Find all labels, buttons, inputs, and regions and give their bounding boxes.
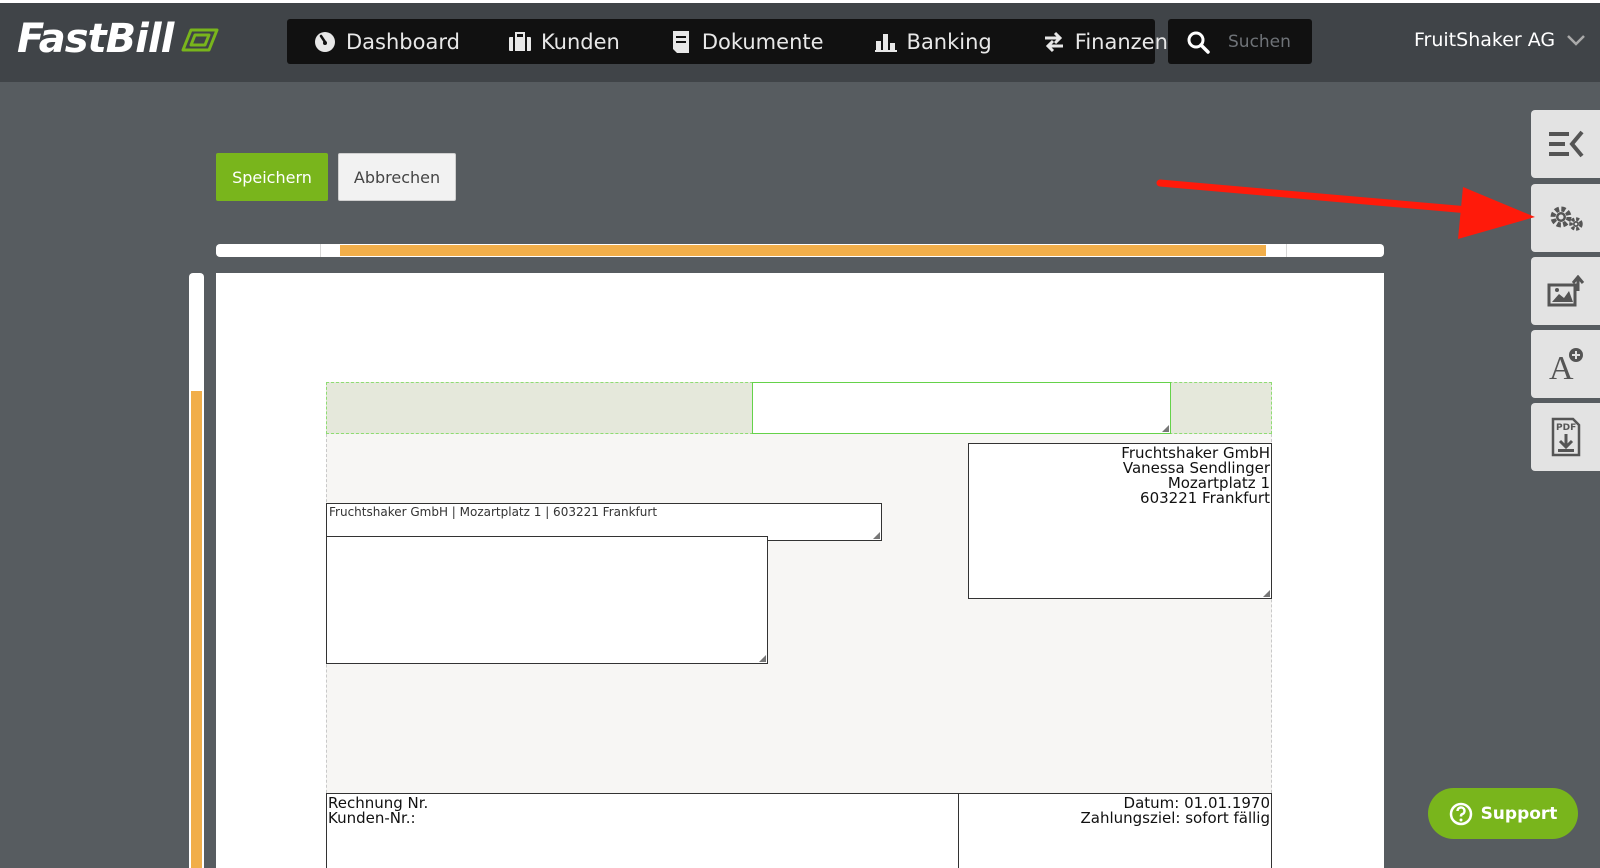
nav-label: Banking (906, 29, 992, 54)
speedometer-icon (313, 30, 337, 54)
svg-text:PDF: PDF (1556, 423, 1576, 433)
vertical-ruler-margin (191, 391, 202, 868)
horizontal-ruler[interactable] (216, 244, 1384, 257)
help-circle-icon (1449, 802, 1473, 826)
invoice-number-box[interactable]: Rechnung Nr. Kunden-Nr.: (326, 793, 959, 868)
horizontal-ruler-margin (340, 245, 1266, 256)
ruler-tick (1286, 244, 1287, 257)
search-input[interactable] (1226, 30, 1310, 53)
collapse-panel-button[interactable] (1531, 110, 1600, 178)
gears-icon (1550, 206, 1583, 231)
resize-handle[interactable] (873, 532, 880, 539)
header-logo-box[interactable] (752, 382, 1171, 434)
payment-terms: Zahlungsziel: sofort fällig (1080, 809, 1270, 827)
cancel-button[interactable]: Abbrechen (338, 153, 456, 201)
search-box (1168, 19, 1312, 64)
vertical-ruler[interactable] (189, 273, 204, 868)
resize-handle[interactable] (1263, 590, 1270, 597)
collapse-menu-icon (1548, 130, 1584, 158)
sender-line-text: Fruchtshaker GmbH | Mozartplatz 1 | 6032… (329, 505, 658, 519)
add-text-button[interactable]: A (1531, 330, 1600, 398)
chevron-down-icon (1567, 35, 1586, 46)
nav-label: Finanzen (1074, 29, 1168, 54)
briefcase-icon (508, 30, 532, 54)
add-font-icon: A (1549, 348, 1583, 383)
app-window: FastBill Dashboard Kunden Dokumente Bank… (0, 3, 1600, 868)
nav-label: Dokumente (701, 29, 824, 54)
nav-label: Kunden (540, 29, 620, 54)
transfer-arrows-icon (1042, 30, 1066, 54)
support-button[interactable]: Support (1428, 788, 1578, 839)
nav-item-dokumente[interactable]: Dokumente (669, 19, 824, 64)
main-navigation: Dashboard Kunden Dokumente Banking Finan… (287, 19, 1168, 64)
invoice-date-box[interactable]: Datum: 01.01.1970 Zahlungsziel: sofort f… (958, 793, 1272, 868)
image-upload-icon (1547, 275, 1584, 307)
invoice-number-label: Rechnung Nr. (328, 794, 429, 812)
nav-item-finanzen[interactable]: Finanzen (1042, 19, 1168, 64)
save-button[interactable]: Speichern (216, 153, 328, 201)
account-name: FruitShaker AG (1414, 29, 1556, 51)
resize-handle[interactable] (1162, 425, 1169, 432)
logo-text: FastBill (17, 16, 174, 62)
image-upload-button[interactable] (1531, 257, 1600, 325)
search-icon[interactable] (1186, 30, 1210, 54)
account-menu[interactable]: FruitShaker AG (1414, 29, 1586, 51)
resize-handle[interactable] (759, 655, 766, 662)
support-label: Support (1480, 803, 1558, 824)
nav-item-dashboard[interactable]: Dashboard (313, 19, 460, 64)
bar-chart-icon (874, 30, 898, 54)
pdf-download-icon: PDF (1551, 417, 1580, 457)
pdf-download-button[interactable]: PDF (1531, 403, 1600, 471)
annotation-arrow (1156, 179, 1535, 239)
company-address-box[interactable]: Fruchtshaker GmbH Vanessa Sendlinger Moz… (968, 443, 1272, 599)
nav-item-kunden[interactable]: Kunden (508, 19, 620, 64)
document-icon (669, 30, 693, 54)
settings-button[interactable] (1531, 184, 1600, 252)
customer-number-label: Kunden-Nr.: (328, 809, 416, 827)
fastbill-logo[interactable]: FastBill (17, 16, 221, 62)
company-city: 603221 Frankfurt (1140, 489, 1270, 507)
logo-mark-icon (181, 28, 219, 52)
ruler-tick (320, 244, 321, 257)
invoice-page: Fruchtshaker GmbH | Mozartplatz 1 | 6032… (216, 273, 1384, 868)
nav-item-banking[interactable]: Banking (874, 19, 992, 64)
recipient-address-box[interactable] (326, 536, 768, 664)
top-bar: FastBill Dashboard Kunden Dokumente Bank… (0, 3, 1600, 82)
nav-label: Dashboard (346, 29, 460, 54)
